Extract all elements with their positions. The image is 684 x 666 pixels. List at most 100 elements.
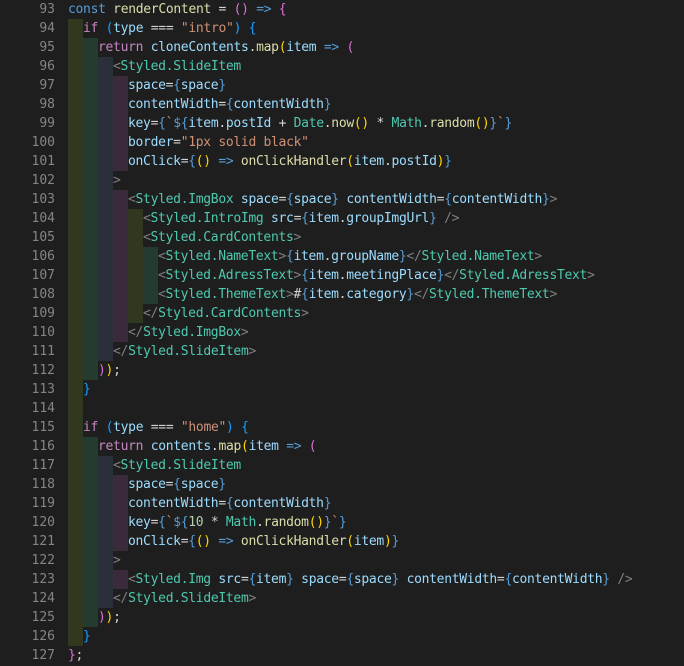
code-line[interactable]: 110 </Styled.ImgBox> — [0, 323, 684, 342]
code-token: > — [113, 173, 121, 188]
code-token: { — [241, 420, 249, 435]
code-line[interactable]: 93 const renderContent = () => { — [0, 0, 684, 19]
code-token: > — [293, 268, 302, 283]
line-number: 122 — [31, 553, 55, 568]
code-editor[interactable]: 93 const renderContent = () => {94 if (typ… — [0, 0, 684, 666]
code-line[interactable]: 112)); — [0, 361, 684, 380]
indent-guide — [68, 133, 83, 152]
code-token: } — [391, 572, 400, 587]
code-token: contentWidth — [451, 192, 543, 207]
code-token: onClickHandler — [240, 534, 347, 549]
code-line[interactable]: 127}; — [0, 646, 684, 665]
code-token: } — [436, 268, 445, 283]
code-line[interactable]: 101 onClick={() => onClickHandler(item.po… — [0, 152, 684, 171]
code-token: = — [173, 135, 181, 150]
code-line[interactable]: 119 contentWidth={contentWidth} — [0, 494, 684, 513]
code-text: <Styled.NameText>{item.groupName}</Style… — [158, 247, 542, 266]
code-token: { — [248, 572, 256, 587]
indent-guide — [68, 342, 83, 361]
code-line[interactable]: 100 border="1px solid black" — [0, 133, 684, 152]
indent-guide — [113, 95, 128, 114]
indent-guide — [98, 589, 113, 608]
code-token: => — [210, 154, 241, 169]
line-number: 115 — [31, 420, 55, 435]
code-line[interactable]: 123 <Styled.Img src={item} space={space} … — [0, 570, 684, 589]
code-line[interactable]: 102 > — [0, 171, 684, 190]
indent-guide — [98, 456, 113, 475]
code-line[interactable]: 108 <Styled.ThemeText>#{item.category}</S… — [0, 285, 684, 304]
code-line[interactable]: 103 <Styled.ImgBox space={space} contentW… — [0, 190, 684, 209]
line-number: 108 — [31, 287, 55, 302]
indent-guide — [68, 323, 83, 342]
code-token: => — [316, 40, 347, 55]
indent-guide — [83, 247, 98, 266]
code-token: ( — [346, 154, 354, 169]
code-line[interactable]: 109 </Styled.CardContents> — [0, 304, 684, 323]
code-token: </ — [113, 344, 129, 359]
code-line[interactable]: 120 key={`${10 * Math.random()}`} — [0, 513, 684, 532]
indent-guide — [98, 285, 113, 304]
code-line[interactable]: 94 if (type === "intro") { — [0, 19, 684, 38]
code-line[interactable]: 95 return cloneContents.map(item => ( — [0, 38, 684, 57]
indent-guide — [68, 304, 83, 323]
code-token: > — [549, 287, 557, 302]
line-number: 109 — [31, 306, 55, 321]
code-line[interactable]: 106 <Styled.NameText>{item.groupName}</St… — [0, 247, 684, 266]
code-token: src — [218, 572, 241, 587]
line-number: 100 — [31, 135, 55, 150]
indent-guide — [68, 570, 83, 589]
code-token: = — [150, 116, 159, 131]
code-token: { — [188, 154, 196, 169]
code-line[interactable]: 126} — [0, 627, 684, 646]
indent-guide — [68, 190, 83, 209]
indent-guide — [83, 95, 98, 114]
code-line[interactable]: 97 space={space} — [0, 76, 684, 95]
code-text: }; — [68, 646, 83, 665]
code-token: /> — [609, 572, 633, 587]
code-token: postId — [225, 116, 272, 131]
code-token: space — [128, 78, 166, 93]
code-line[interactable]: 104 <Styled.IntroImg src={item.groupImgUr… — [0, 209, 684, 228]
code-line[interactable]: 122 > — [0, 551, 684, 570]
code-token: map — [218, 439, 242, 454]
code-token: > — [285, 287, 294, 302]
code-token: item — [293, 249, 324, 264]
line-number: 127 — [31, 648, 55, 663]
code-line[interactable]: 99 key={`${item.postId + Date.now() * Mat… — [0, 114, 684, 133]
code-token: groupName — [331, 249, 399, 264]
code-line[interactable]: 116 return contents.map(item => ( — [0, 437, 684, 456]
code-line[interactable]: 113} — [0, 380, 684, 399]
indent-guide — [83, 133, 98, 152]
indent-guide — [128, 209, 143, 228]
code-token: => — [248, 2, 279, 17]
code-line[interactable]: 114 — [0, 399, 684, 418]
code-line[interactable]: 96 <Styled.SlideItem — [0, 57, 684, 76]
code-token: } — [602, 572, 610, 587]
code-line[interactable]: 124 </Styled.SlideItem> — [0, 589, 684, 608]
code-token: space — [180, 477, 219, 492]
code-line[interactable]: 117 <Styled.SlideItem — [0, 456, 684, 475]
indent-guide — [128, 228, 143, 247]
code-line[interactable]: 115 if (type === "home") { — [0, 418, 684, 437]
code-token: item — [308, 211, 339, 226]
code-line[interactable]: 107 <Styled.AdressText>{item.meetingPlace… — [0, 266, 684, 285]
code-token: Date — [293, 116, 324, 131]
code-line[interactable]: 105 <Styled.CardContents> — [0, 228, 684, 247]
code-token: Styled.CardContents — [158, 306, 302, 321]
code-line[interactable]: 121 onClick={() => onClickHandler(item)} — [0, 532, 684, 551]
line-number: 101 — [31, 154, 55, 169]
code-token: item — [353, 534, 384, 549]
code-token: Styled.IntroImg — [150, 211, 264, 226]
code-line[interactable]: 98 contentWidth={contentWidth} — [0, 95, 684, 114]
code-line[interactable]: 118 space={space} — [0, 475, 684, 494]
code-token: } — [83, 629, 91, 644]
indent-guide — [68, 209, 83, 228]
code-token: } — [406, 287, 414, 302]
code-line[interactable]: 111 </Styled.SlideItem> — [0, 342, 684, 361]
code-line[interactable]: 125)); — [0, 608, 684, 627]
indent-guide — [68, 608, 83, 627]
code-token: } — [391, 534, 399, 549]
code-text: border="1px solid black" — [128, 133, 309, 152]
